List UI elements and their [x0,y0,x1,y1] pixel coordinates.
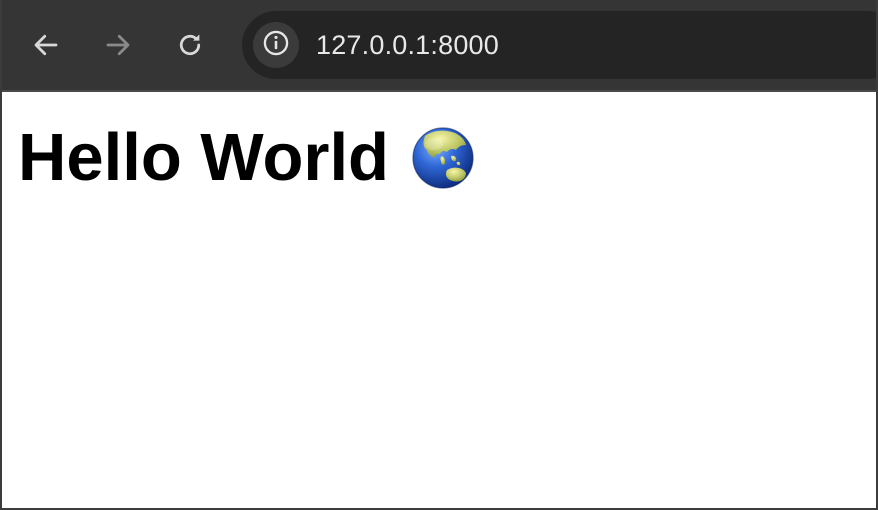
reload-button[interactable] [170,25,210,65]
forward-button[interactable] [98,25,138,65]
reload-icon [175,30,205,60]
info-icon [262,29,290,62]
arrow-left-icon [31,30,61,60]
page-heading: Hello World [18,120,475,196]
browser-toolbar: 127.0.0.1:8000 [2,0,876,92]
url-text[interactable]: 127.0.0.1:8000 [316,28,499,62]
address-bar[interactable]: 127.0.0.1:8000 [242,11,876,79]
back-button[interactable] [26,25,66,65]
page-content: Hello World [2,92,876,508]
browser-window: 127.0.0.1:8000 Hello World [0,0,878,510]
site-info-button[interactable] [253,22,299,68]
globe-asia-australia-icon [411,126,475,190]
heading-text: Hello World [18,120,389,195]
arrow-right-icon [103,30,133,60]
